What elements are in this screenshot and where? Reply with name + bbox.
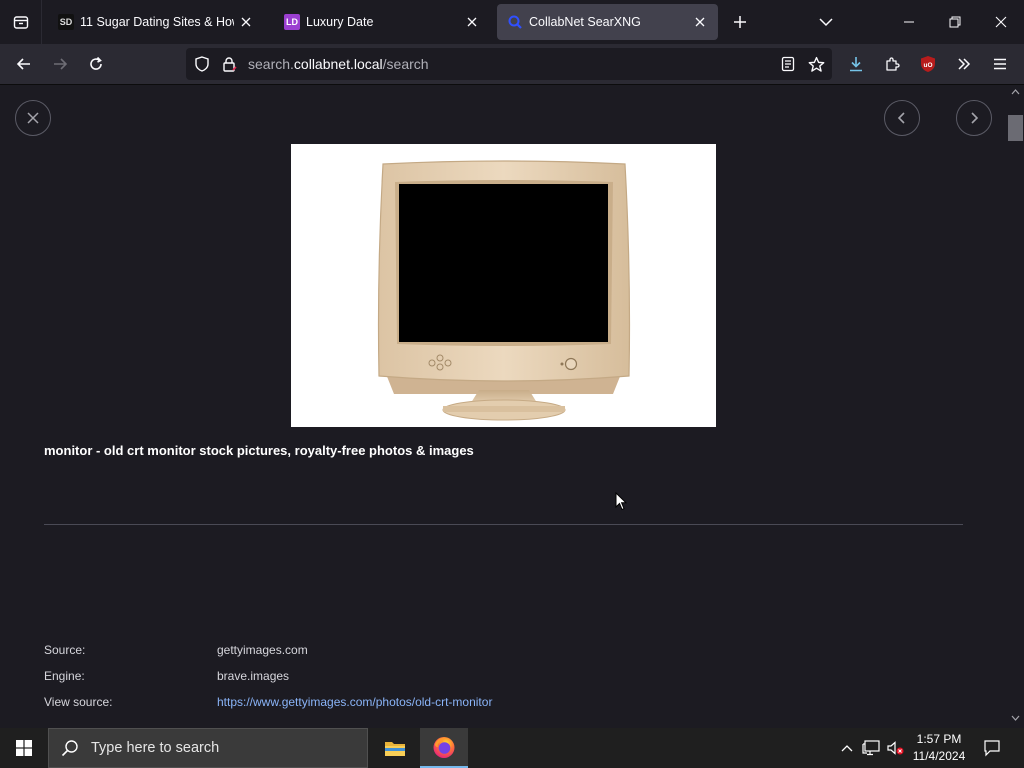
network-icon: [862, 740, 880, 756]
app-menu-button[interactable]: [984, 48, 1016, 80]
taskbar-search-box[interactable]: Type here to search: [48, 728, 368, 768]
tab-close-icon[interactable]: [464, 14, 480, 30]
view-source-link[interactable]: https://www.gettyimages.com/photos/old-c…: [217, 695, 492, 709]
tab-favicon: SD: [58, 14, 74, 30]
start-button[interactable]: [0, 728, 48, 768]
downloads-button[interactable]: [840, 48, 872, 80]
volume-button[interactable]: [884, 728, 906, 768]
forward-arrow-icon: [54, 58, 68, 70]
download-icon: [850, 57, 862, 72]
volume-muted-icon: [887, 741, 904, 755]
source-label: Source:: [44, 643, 86, 657]
url-host: collabnet.local: [293, 56, 383, 72]
view-source-label: View source:: [44, 695, 113, 709]
tab-title: 11 Sugar Dating Sites & How to: [80, 15, 234, 29]
previous-image-button[interactable]: [884, 100, 920, 136]
firefox-icon: [433, 737, 455, 758]
hamburger-menu-icon: [994, 58, 1006, 70]
close-icon: [995, 16, 1007, 28]
next-image-button[interactable]: [956, 100, 992, 136]
image-preview[interactable]: [291, 144, 716, 427]
network-status-button[interactable]: [860, 728, 882, 768]
tab-sugar-dating[interactable]: SD 11 Sugar Dating Sites & How to: [48, 4, 264, 40]
scrollbar-thumb[interactable]: [1008, 115, 1023, 141]
forward-button[interactable]: [44, 48, 76, 80]
firefox-view-button[interactable]: [0, 0, 42, 44]
image-title[interactable]: monitor - old crt monitor stock pictures…: [44, 443, 474, 458]
url-text: search.collabnet.local/search: [248, 56, 429, 72]
engine-value: brave.images: [217, 669, 290, 683]
source-value: gettyimages.com: [217, 643, 308, 657]
scroll-down-icon[interactable]: [1011, 715, 1020, 721]
tab-title: CollabNet SearXNG: [529, 15, 641, 29]
minimize-icon: [904, 21, 914, 23]
file-explorer-button[interactable]: [371, 728, 419, 768]
scroll-up-icon[interactable]: [1011, 89, 1020, 95]
tab-favicon: LD: [284, 14, 300, 30]
show-hidden-icons-button[interactable]: [838, 728, 856, 768]
engine-label: Engine:: [44, 669, 85, 683]
reload-button[interactable]: [80, 48, 112, 80]
tab-close-icon[interactable]: [692, 14, 708, 30]
lock-icon[interactable]: [221, 56, 237, 72]
url-prefix: search.: [248, 56, 294, 72]
plus-icon: [734, 16, 746, 28]
back-button[interactable]: [8, 48, 40, 80]
reload-icon: [90, 56, 102, 70]
minimize-button[interactable]: [886, 0, 932, 44]
search-placeholder: Type here to search: [91, 740, 220, 756]
address-bar[interactable]: search.collabnet.local/search: [186, 48, 832, 80]
tab-close-icon[interactable]: [238, 14, 254, 30]
extensions-button[interactable]: [876, 48, 908, 80]
folder-icon: [385, 742, 405, 756]
search-icon: [61, 740, 78, 757]
chevron-right-icon: [971, 112, 979, 124]
ublock-origin-icon: uO: [921, 56, 935, 72]
chevron-up-icon: [841, 745, 853, 752]
navigation-toolbar: search.collabnet.local/search uO: [0, 44, 1024, 85]
restore-button[interactable]: [932, 0, 978, 44]
tab-luxury-date[interactable]: LD Luxury Date: [274, 4, 490, 40]
url-path: /search: [382, 56, 429, 72]
searxng-favicon-icon: [507, 14, 523, 30]
chevron-left-icon: [897, 112, 905, 124]
tab-title: Luxury Date: [306, 15, 374, 29]
close-icon: [27, 112, 39, 124]
clock-date: 11/4/2024: [912, 749, 966, 763]
chevron-down-icon: [819, 18, 833, 27]
firefox-taskbar-button[interactable]: [420, 728, 468, 768]
reader-view-icon[interactable]: [780, 56, 796, 72]
crt-monitor-image: [377, 160, 631, 421]
ublock-origin-button[interactable]: uO: [912, 48, 944, 80]
restore-icon: [949, 16, 961, 28]
firefox-view-icon: [13, 16, 28, 29]
more-tools-button[interactable]: [948, 48, 980, 80]
mouse-cursor-icon: [615, 492, 627, 511]
close-window-button[interactable]: [978, 0, 1024, 44]
page-scrollbar[interactable]: [1007, 85, 1024, 728]
back-arrow-icon: [16, 58, 30, 70]
windows-logo-icon: [16, 740, 32, 756]
tracking-protection-shield-icon[interactable]: [194, 56, 210, 72]
notification-icon: [984, 740, 1000, 757]
image-detail-view: monitor - old crt monitor stock pictures…: [0, 85, 1007, 728]
divider: [44, 524, 963, 525]
windows-taskbar: Type here to search 1:57 PM 11/4/2024: [0, 728, 1024, 768]
clock-time: 1:57 PM: [916, 732, 962, 746]
puzzle-piece-icon: [886, 57, 900, 71]
bookmark-star-icon[interactable]: [808, 56, 825, 73]
double-chevron-right-icon: [958, 58, 971, 70]
close-detail-button[interactable]: [15, 100, 51, 136]
new-tab-button[interactable]: [728, 8, 752, 36]
tab-collabnet-searxng[interactable]: CollabNet SearXNG: [497, 4, 718, 40]
notification-center-button[interactable]: [978, 728, 1006, 768]
system-clock[interactable]: 1:57 PM 11/4/2024: [905, 731, 973, 765]
tab-strip: SD 11 Sugar Dating Sites & How to LD Lux…: [0, 0, 1024, 44]
svg-text:uO: uO: [923, 62, 932, 69]
list-all-tabs-button[interactable]: [814, 8, 838, 36]
